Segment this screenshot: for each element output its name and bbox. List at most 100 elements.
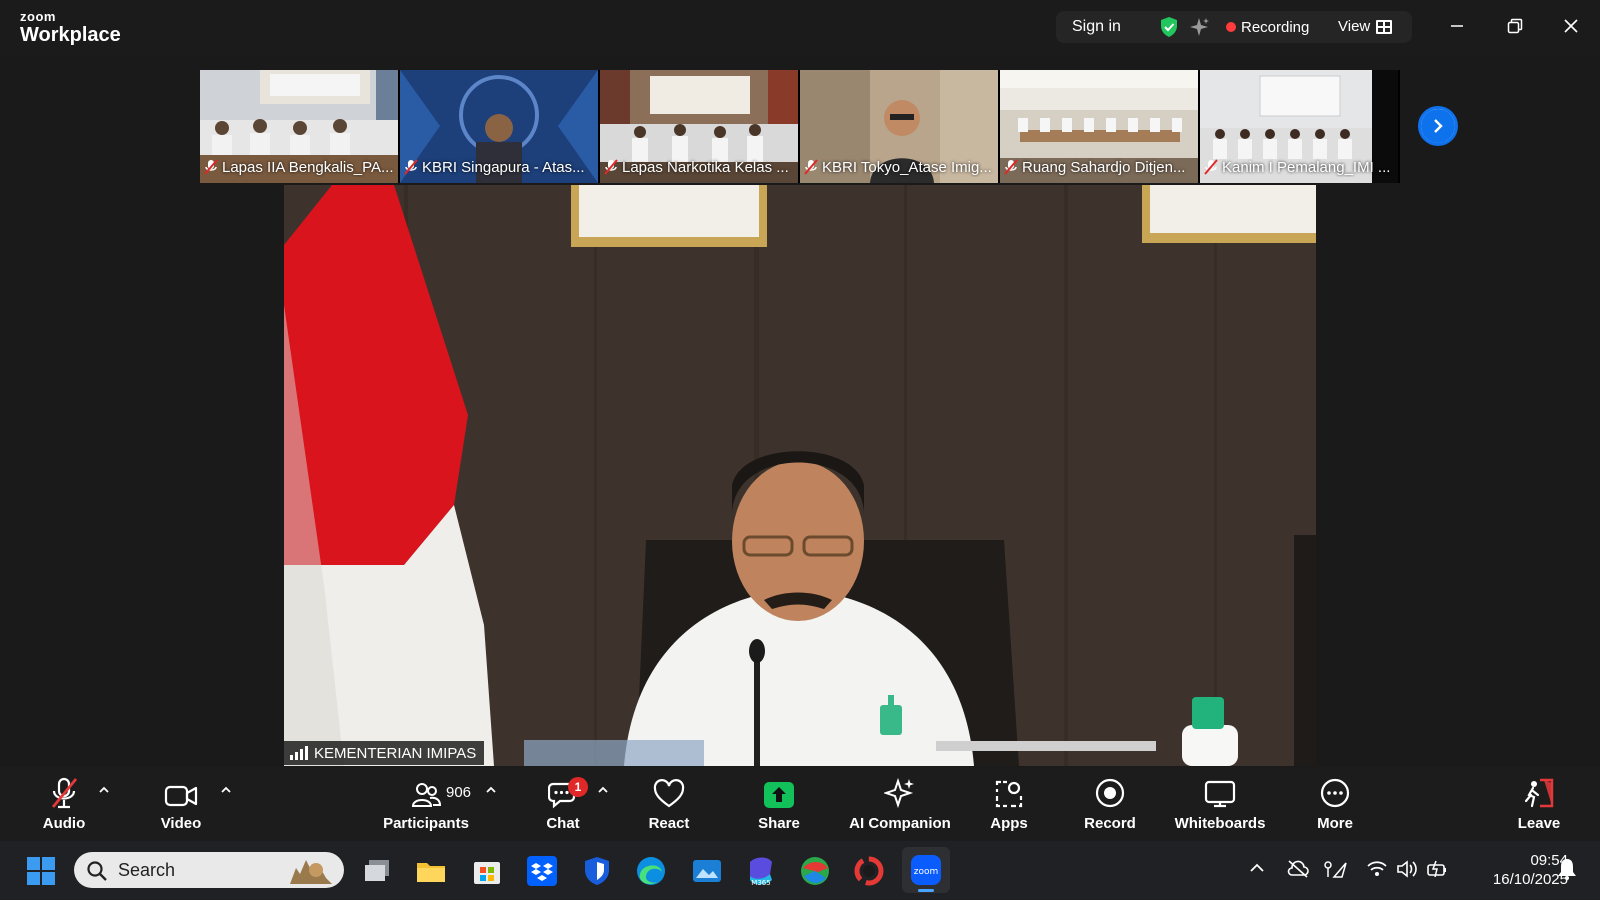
participant-tile[interactable]: Lapas IIA Bengkalis_PA... xyxy=(200,70,398,183)
participant-name-tag: Lapas IIA Bengkalis_PA... xyxy=(204,157,394,177)
sign-in-button[interactable]: Sign in xyxy=(1072,18,1121,36)
windows-start-icon[interactable] xyxy=(24,854,58,888)
encryption-shield-icon[interactable] xyxy=(1158,16,1180,38)
chat-label: Chat xyxy=(546,815,580,832)
view-label: View xyxy=(1338,18,1371,35)
active-app-indicator xyxy=(918,889,934,892)
dropbox-icon[interactable] xyxy=(525,854,559,888)
participant-count: 906 xyxy=(446,784,472,801)
whiteboards-label: Whiteboards xyxy=(1174,815,1266,832)
leave-label: Leave xyxy=(1517,815,1561,832)
active-speaker-video xyxy=(284,185,1316,766)
minimize-button[interactable] xyxy=(1442,12,1472,40)
maps-app-icon[interactable] xyxy=(798,854,832,888)
ai-sparkle-icon[interactable] xyxy=(1188,16,1210,38)
audio-button[interactable]: Audio xyxy=(36,767,92,841)
muted-mic-icon xyxy=(1204,159,1218,175)
heart-icon xyxy=(653,779,685,808)
photos-app-icon[interactable] xyxy=(690,854,724,888)
volume-icon[interactable] xyxy=(1396,859,1418,879)
whiteboard-icon xyxy=(1204,780,1236,808)
zoom-icon-label: zoom xyxy=(914,867,939,877)
chat-options-caret-icon[interactable] xyxy=(597,785,609,795)
notifications-bell-icon[interactable] xyxy=(1556,857,1578,881)
chevron-right-icon xyxy=(1421,109,1455,143)
zoom-taskbar-button[interactable]: zoom xyxy=(902,847,950,893)
muted-mic-icon xyxy=(1004,159,1018,175)
video-button[interactable]: Video xyxy=(150,767,212,841)
share-screen-icon xyxy=(764,782,794,808)
view-button[interactable]: View xyxy=(1338,18,1393,35)
participants-button[interactable]: Participants xyxy=(378,767,474,841)
recording-indicator[interactable]: Recording xyxy=(1241,19,1309,36)
meeting-controls-pill: Sign in Recording View xyxy=(1056,11,1412,43)
video-label: Video xyxy=(160,815,202,832)
audio-options-caret-icon[interactable] xyxy=(98,785,110,795)
participant-tile[interactable]: Ruang Sahardjo Ditjen... xyxy=(1000,70,1198,183)
next-page-button[interactable] xyxy=(1418,106,1458,146)
participant-name: KBRI Tokyo_Atase Imig... xyxy=(822,158,992,176)
participant-tile[interactable]: Kanim I Pemalang_IMI ... xyxy=(1200,70,1398,183)
search-highlight-icon xyxy=(290,860,332,884)
record-button[interactable]: Record xyxy=(1080,767,1140,841)
location-pen-icon[interactable] xyxy=(1322,859,1348,881)
participants-icon xyxy=(411,783,441,807)
record-label: Record xyxy=(1084,815,1136,832)
react-label: React xyxy=(648,815,690,832)
close-icon xyxy=(1564,19,1578,33)
speaker-video-frame xyxy=(284,185,1316,766)
whiteboards-button[interactable]: Whiteboards xyxy=(1172,767,1268,841)
restore-button[interactable] xyxy=(1500,12,1530,40)
react-button[interactable]: React xyxy=(644,767,694,841)
meeting-toolbar: Audio Video Participants 906 Chat 1 Reac… xyxy=(0,767,1600,841)
muted-microphone-icon xyxy=(51,777,78,809)
signal-strength-icon xyxy=(290,746,308,760)
gallery-strip: Lapas IIA Bengkalis_PA... KBRI Singapura… xyxy=(200,70,1400,183)
muted-mic-icon xyxy=(804,159,818,175)
participant-name-tag: Kanim I Pemalang_IMI ... xyxy=(1204,157,1394,177)
logo-brand: zoom xyxy=(20,9,56,24)
battery-charging-icon[interactable] xyxy=(1426,859,1450,879)
participant-tile[interactable]: Lapas Narkotika Kelas ... xyxy=(600,70,798,183)
apps-label: Apps xyxy=(990,815,1028,832)
clock-date: 16/10/2025 xyxy=(1492,871,1568,888)
wifi-icon[interactable] xyxy=(1366,859,1388,879)
participant-name: Lapas IIA Bengkalis_PA... xyxy=(222,158,394,176)
apps-icon xyxy=(995,780,1023,808)
ai-companion-label: AI Companion xyxy=(849,815,951,832)
chat-unread-badge: 1 xyxy=(568,777,588,797)
edge-browser-icon[interactable] xyxy=(634,854,668,888)
ai-companion-button[interactable]: AI Companion xyxy=(846,767,954,841)
speaker-name-tag: KEMENTERIAN IMIPAS xyxy=(284,741,485,765)
microsoft-store-icon[interactable] xyxy=(470,854,504,888)
windows-taskbar: Search M365 zoom 09:54 16/10/2025 xyxy=(0,841,1600,900)
participant-name: Ruang Sahardjo Ditjen... xyxy=(1022,158,1186,176)
taskbar-search-box[interactable]: Search xyxy=(74,852,344,888)
participant-tile[interactable]: KBRI Singapura - Atas... xyxy=(400,70,598,183)
cloud-offline-icon[interactable] xyxy=(1286,859,1310,879)
apps-button[interactable]: Apps xyxy=(984,767,1034,841)
video-options-caret-icon[interactable] xyxy=(220,785,232,795)
file-explorer-icon[interactable] xyxy=(414,854,448,888)
ai-companion-sparkle-icon xyxy=(884,777,914,809)
task-view-icon[interactable] xyxy=(360,854,394,888)
grid-view-icon xyxy=(1376,19,1393,34)
muted-mic-icon xyxy=(604,159,618,175)
participants-options-caret-icon[interactable] xyxy=(485,785,497,795)
speaker-name: KEMENTERIAN IMIPAS xyxy=(314,744,477,762)
system-clock[interactable]: 09:54 16/10/2025 xyxy=(1464,851,1568,889)
share-button[interactable]: Share xyxy=(754,767,804,841)
zoom-workplace-logo: zoom Workplace xyxy=(20,10,121,45)
circular-app-icon[interactable] xyxy=(852,854,886,888)
more-button[interactable]: More xyxy=(1310,767,1360,841)
close-window-button[interactable] xyxy=(1556,12,1586,40)
leave-button[interactable]: Leave xyxy=(1514,767,1564,841)
record-icon xyxy=(1095,778,1125,808)
audio-label: Audio xyxy=(42,815,86,832)
minimize-icon xyxy=(1451,25,1463,27)
participant-tile[interactable]: KBRI Tokyo_Atase Imig... xyxy=(800,70,998,183)
participant-name-tag: KBRI Singapura - Atas... xyxy=(404,157,594,177)
bitwarden-shield-icon[interactable] xyxy=(580,854,614,888)
microsoft-365-icon[interactable]: M365 xyxy=(744,854,778,888)
show-hidden-icons-chevron-icon[interactable] xyxy=(1248,859,1266,877)
